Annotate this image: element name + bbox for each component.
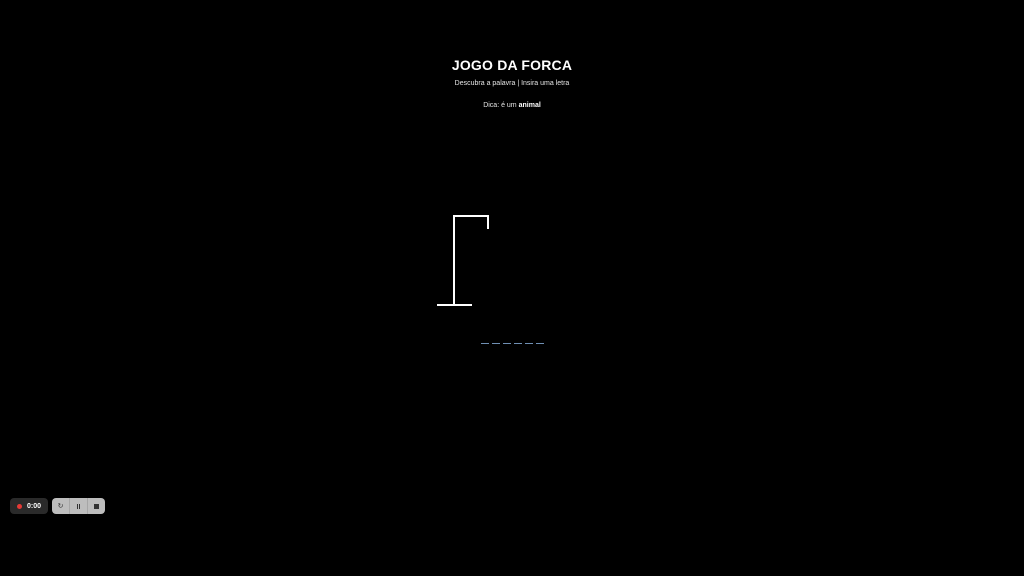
game-subtitle: Descubra a palavra | Insira uma letra: [454, 80, 570, 87]
letter-slot: [480, 336, 489, 344]
hint-prefix: Dica: é um: [483, 102, 517, 109]
recording-timer: 0:00: [10, 498, 49, 514]
letter-slot: [513, 336, 522, 344]
letter-slot: [502, 336, 511, 344]
recorder-toolbar: 0:00 ↻: [10, 498, 106, 514]
game-title: JOGO DA FORCA: [451, 57, 573, 73]
timer-text: 0:00: [27, 502, 42, 510]
pause-button[interactable]: [70, 498, 89, 514]
record-dot-icon: [17, 503, 22, 509]
recorder-controls: ↻: [52, 498, 106, 514]
hint-text: Dica: é um animal: [0, 102, 1024, 109]
restart-icon: ↻: [57, 503, 64, 510]
stop-icon: [94, 503, 100, 509]
letter-slot: [524, 336, 533, 344]
restart-button[interactable]: ↻: [52, 498, 71, 514]
hint-word: animal: [518, 102, 541, 109]
letter-slot: [535, 336, 544, 344]
stop-button[interactable]: [88, 498, 105, 514]
gallows-drawing: [437, 215, 489, 306]
letter-slot: [491, 336, 500, 344]
hangman-page: JOGO DA FORCA Descubra a palavra | Insir…: [0, 0, 1024, 576]
word-slots: [0, 336, 1024, 344]
pause-icon: [77, 503, 81, 509]
